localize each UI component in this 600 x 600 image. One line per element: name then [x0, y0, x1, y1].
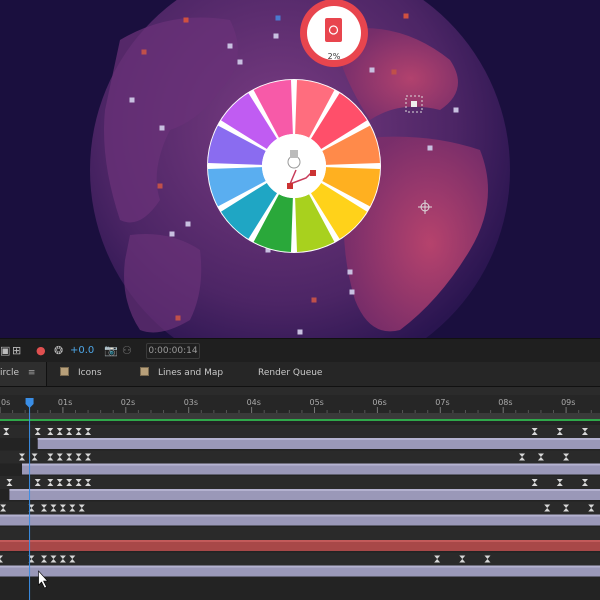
map-point	[275, 15, 281, 21]
tab-label: Lines and Map	[158, 368, 224, 378]
composition-viewer[interactable]: 2%	[0, 0, 600, 338]
map-point	[349, 289, 355, 295]
grid-options-icon[interactable]: ⊞	[12, 344, 21, 358]
map-point	[237, 59, 243, 65]
tab-label: Render Queue	[258, 368, 323, 378]
map-point	[347, 269, 353, 275]
map-point	[185, 221, 191, 227]
map-point	[273, 33, 279, 39]
work-area-bar[interactable]	[0, 387, 600, 395]
tab-lines-and-map[interactable]: Lines and Map	[140, 362, 223, 386]
ruler-label: 02s	[121, 398, 135, 407]
layer-bar-highlight	[37, 438, 600, 440]
continent-america-south	[124, 234, 202, 333]
map-point	[183, 17, 189, 23]
panel-menu-icon[interactable]: ≡	[28, 368, 36, 378]
passport-icon	[325, 18, 342, 42]
path-vertex[interactable]	[310, 170, 316, 176]
map-point	[427, 145, 433, 151]
keyframe-row	[0, 527, 600, 540]
map-point	[175, 315, 181, 321]
ruler-label: 06s	[372, 398, 386, 407]
map-point	[141, 49, 147, 55]
map-point	[369, 67, 375, 73]
cache-indicator	[0, 419, 600, 421]
map-point	[297, 329, 303, 335]
keyframe-row	[0, 476, 600, 489]
comp-color-swatch	[60, 367, 69, 376]
ruler-label: 09s	[561, 398, 575, 407]
ruler-label: 04s	[247, 398, 261, 407]
donut-hole	[262, 134, 326, 198]
timeline-tabs: ircle ≡ Icons Lines and Map Render Queue	[0, 362, 600, 387]
map-point	[157, 183, 163, 189]
badge-percent: 2%	[328, 52, 341, 61]
ruler-label: 08s	[498, 398, 512, 407]
show-snapshot-icon[interactable]: ⚇	[122, 344, 132, 358]
tab-label: Icons	[78, 368, 102, 378]
channel-color-icon[interactable]: ●	[36, 344, 46, 358]
ruler-label: 01s	[58, 398, 72, 407]
composition-canvas[interactable]: 2%	[0, 0, 600, 338]
comp-color-swatch	[140, 367, 149, 376]
tab-icons[interactable]: Icons	[60, 362, 102, 386]
map-point	[311, 297, 317, 303]
map-point	[169, 231, 175, 237]
keyframe-row	[0, 552, 600, 566]
ruler-label: 03s	[184, 398, 198, 407]
layer-bar-highlight	[0, 565, 600, 568]
map-point	[227, 43, 233, 49]
keyframe-row	[0, 425, 600, 438]
layer-bar-highlight	[9, 489, 600, 491]
timeline-graph[interactable]: 0s 01s 02s 03s 04s 05s 06s 07s 08s 09s	[0, 387, 600, 600]
map-point	[391, 69, 397, 75]
map-point	[453, 107, 459, 113]
viewer-toolbar: ▣ ⊞ ● ❂ +0.0 📷 ⚇ 0:00:00:14	[0, 338, 600, 364]
map-point	[403, 13, 409, 19]
tab-render-queue[interactable]: Render Queue	[258, 362, 322, 386]
progress-badge[interactable]: 2%	[300, 0, 368, 67]
layer-bar-highlight	[0, 540, 600, 542]
exposure-icon[interactable]: ❂	[54, 344, 63, 358]
timecode-display[interactable]: 0:00:00:14	[146, 343, 200, 359]
tab-label: ircle	[0, 368, 19, 378]
path-vertex[interactable]	[287, 183, 293, 189]
snapshot-camera-icon[interactable]: 📷	[104, 344, 118, 358]
donut-chart[interactable]	[207, 79, 381, 253]
keyframe-row	[0, 450, 600, 464]
ruler-label: 0s	[1, 398, 10, 407]
layer-bar-highlight	[22, 463, 600, 466]
tab-circle[interactable]: ircle ≡	[0, 362, 47, 386]
timeline-panel[interactable]: 0s 01s 02s 03s 04s 05s 06s 07s 08s 09s	[0, 387, 600, 600]
exposure-value[interactable]: +0.0	[70, 344, 94, 358]
ruler-label: 07s	[435, 398, 449, 407]
region-of-interest-icon[interactable]: ▣	[0, 344, 10, 358]
map-point	[159, 125, 165, 131]
keyframe-row	[0, 501, 600, 515]
layer-bar-highlight	[0, 514, 600, 517]
transform-handle[interactable]	[290, 150, 298, 158]
map-point	[129, 97, 135, 103]
ruler-label: 05s	[310, 398, 324, 407]
